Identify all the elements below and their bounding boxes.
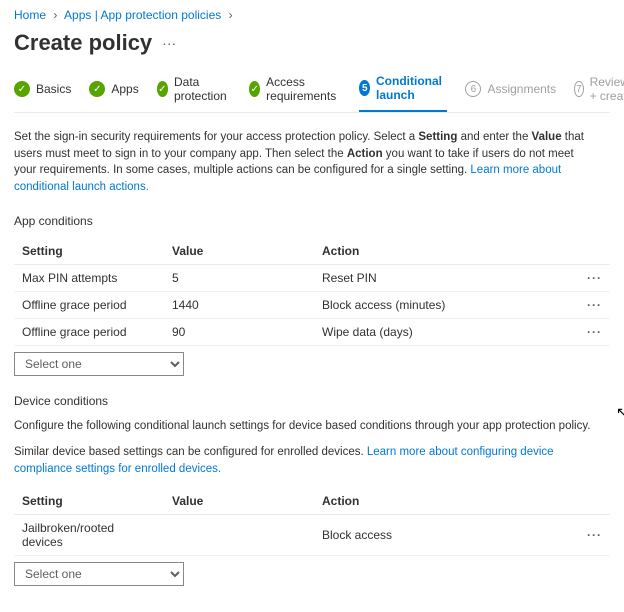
row-menu-icon[interactable]: ···: [570, 318, 610, 345]
check-icon: [249, 81, 260, 97]
mouse-cursor-icon: ↖: [616, 404, 624, 421]
row-menu-icon[interactable]: ···: [570, 291, 610, 318]
app-conditions-title: App conditions: [14, 214, 610, 228]
check-icon: [89, 81, 105, 97]
device-conditions-text1: Configure the following conditional laun…: [14, 418, 594, 435]
breadcrumb-apps[interactable]: Apps | App protection policies: [64, 8, 221, 22]
chevron-right-icon: ›: [229, 8, 233, 22]
step-review-create[interactable]: 7Review + create: [574, 74, 624, 112]
row-menu-icon[interactable]: ···: [570, 264, 610, 291]
table-row: Max PIN attempts 5 Reset PIN ···: [14, 264, 610, 291]
step-number-icon: 6: [465, 81, 481, 97]
step-access-requirements[interactable]: Access requirements: [249, 74, 341, 112]
step-data-protection[interactable]: Data protection: [157, 74, 232, 112]
device-conditions-text2: Similar device based settings can be con…: [14, 444, 594, 477]
breadcrumb-home[interactable]: Home: [14, 8, 46, 22]
col-value: Value: [164, 238, 314, 265]
col-setting: Setting: [14, 238, 164, 265]
table-row: Jailbroken/rooted devices Block access ·…: [14, 514, 610, 555]
wizard-steps: Basics Apps Data protection Access requi…: [14, 74, 610, 113]
app-conditions-table: Setting Value Action Max PIN attempts 5 …: [14, 238, 610, 346]
col-action: Action: [314, 488, 570, 515]
step-apps[interactable]: Apps: [89, 74, 138, 112]
device-conditions-table: Setting Value Action Jailbroken/rooted d…: [14, 488, 610, 556]
step-assignments[interactable]: 6Assignments: [465, 74, 556, 112]
check-icon: [14, 81, 30, 97]
table-row: Offline grace period 90 Wipe data (days)…: [14, 318, 610, 345]
breadcrumb: Home › Apps | App protection policies ›: [14, 8, 610, 22]
page-title: Create policy: [14, 30, 152, 56]
step-conditional-launch[interactable]: 5Conditional launch: [359, 74, 447, 112]
col-setting: Setting: [14, 488, 164, 515]
step-number-icon: 7: [574, 81, 583, 97]
table-row: Offline grace period 1440 Block access (…: [14, 291, 610, 318]
col-value: Value: [164, 488, 314, 515]
device-conditions-select[interactable]: Select one: [14, 562, 184, 586]
intro-text: Set the sign-in security requirements fo…: [14, 129, 594, 196]
app-conditions-select[interactable]: Select one: [14, 352, 184, 376]
more-icon[interactable]: ···: [162, 35, 176, 51]
row-menu-icon[interactable]: ···: [570, 514, 610, 555]
col-action: Action: [314, 238, 570, 265]
step-basics[interactable]: Basics: [14, 74, 71, 112]
chevron-right-icon: ›: [53, 8, 57, 22]
check-icon: [157, 81, 168, 97]
step-number-icon: 5: [359, 80, 370, 96]
device-conditions-title: Device conditions: [14, 394, 610, 408]
